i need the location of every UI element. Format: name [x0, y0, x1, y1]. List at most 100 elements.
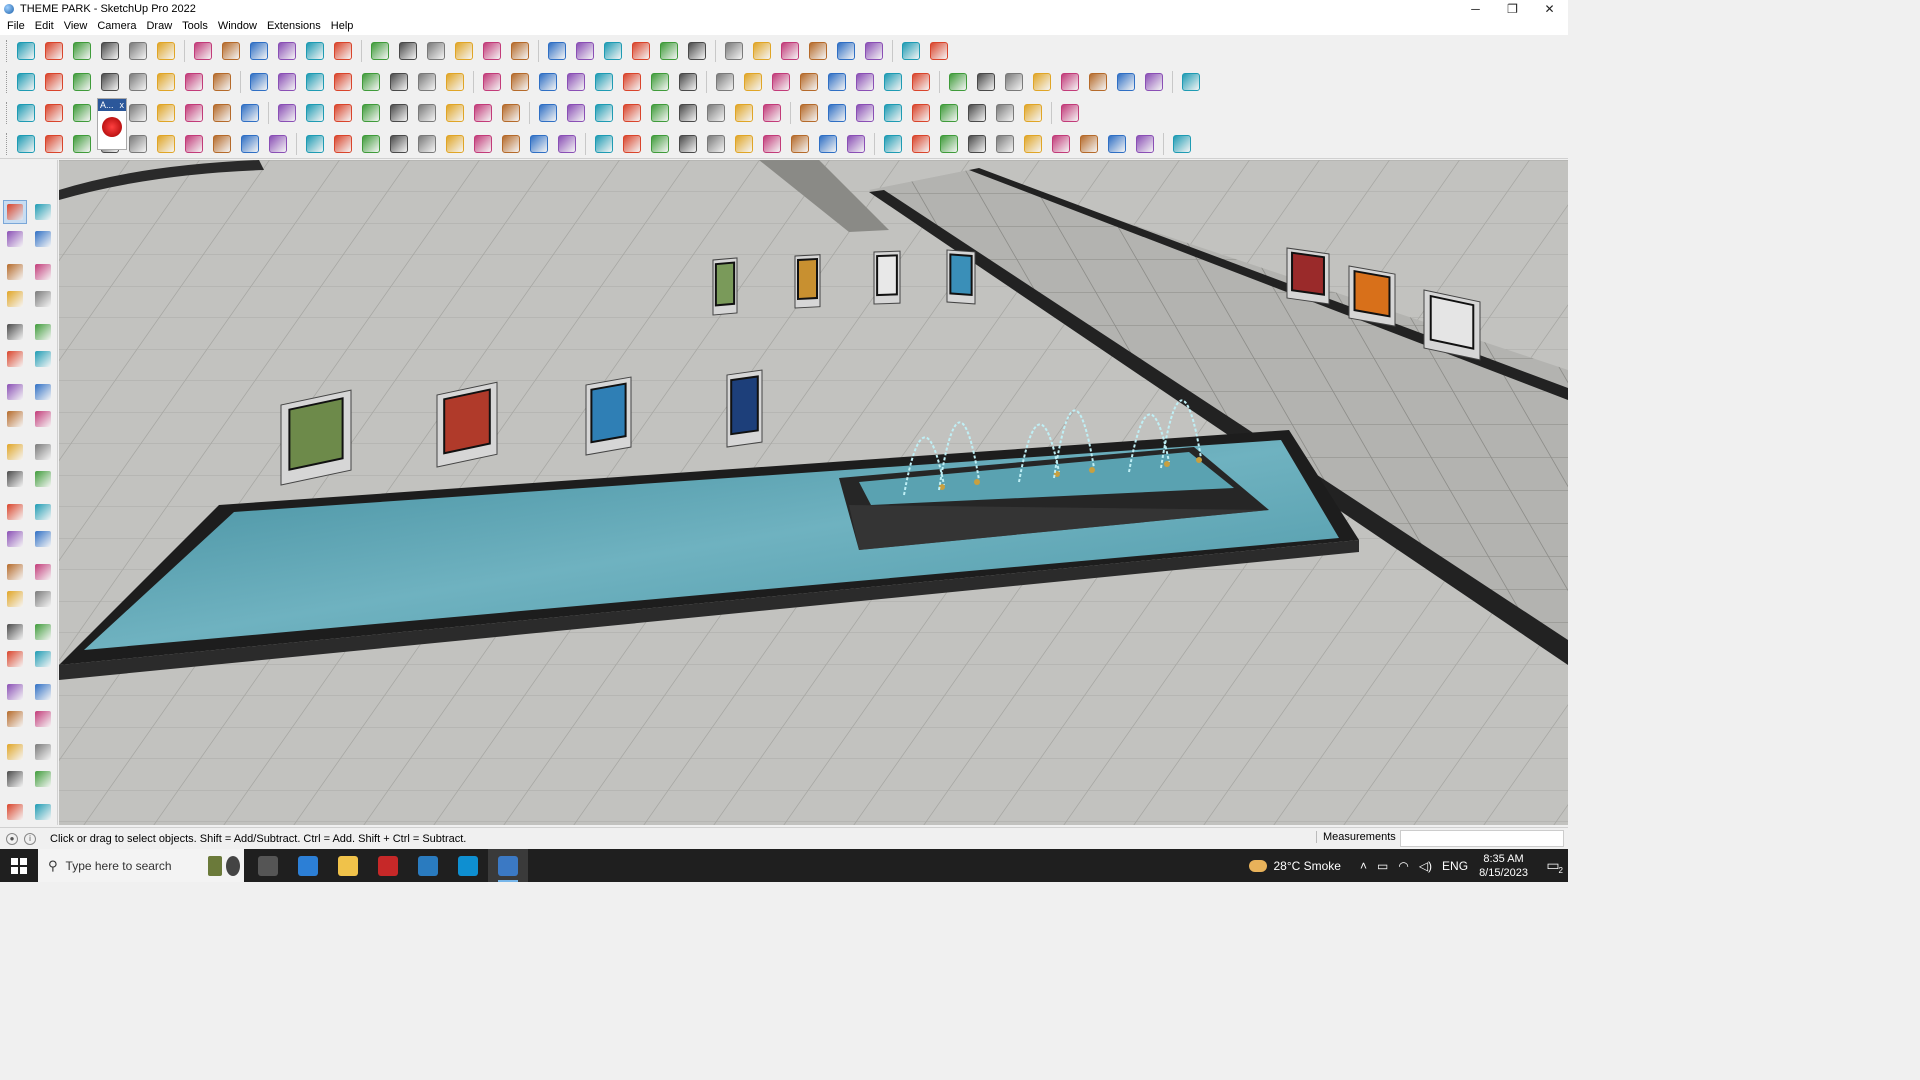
hatch-tool-button[interactable]: [907, 130, 934, 157]
ellipse-tool-button[interactable]: [739, 68, 766, 95]
bucket-tool-button[interactable]: [758, 130, 785, 157]
menu-window[interactable]: Window: [213, 18, 262, 35]
paint-tool-button[interactable]: [68, 130, 95, 157]
dots-tool-button[interactable]: [1019, 99, 1046, 126]
paint-tool-button[interactable]: [40, 99, 67, 126]
layout-tool-button[interactable]: [1056, 99, 1083, 126]
arc-tool-button[interactable]: [795, 68, 822, 95]
axes-tool-button[interactable]: [683, 37, 710, 64]
close-x-tool-button[interactable]: [991, 99, 1018, 126]
ruler-tool-button[interactable]: [944, 68, 971, 95]
parallelogram-tool-button[interactable]: [767, 68, 794, 95]
line-tool-button[interactable]: [301, 130, 328, 157]
menu-help[interactable]: Help: [326, 18, 359, 35]
house-tool-button[interactable]: [534, 68, 561, 95]
taskbar-search[interactable]: ⚲ Type here to search: [38, 849, 244, 882]
bezier-tool-button[interactable]: [12, 130, 39, 157]
chevron-up-icon[interactable]: ˄: [1360, 859, 1367, 873]
paint-bucket-tool-button[interactable]: [394, 37, 421, 64]
layers-tool-button[interactable]: [571, 37, 598, 64]
hatch-tool-button[interactable]: [1047, 130, 1074, 157]
orbit2-tool-button[interactable]: [3, 620, 27, 644]
hatch-tool-button[interactable]: [963, 130, 990, 157]
floating-toolbar-panel[interactable]: A... x: [97, 98, 127, 150]
ruby-icon[interactable]: [102, 117, 122, 137]
iso-view-tool-button[interactable]: [40, 68, 67, 95]
follow-me-tool-button[interactable]: [31, 467, 55, 491]
close-button[interactable]: ✕: [1531, 0, 1568, 18]
curl-tool-button[interactable]: [152, 99, 179, 126]
circle-tool-button[interactable]: [3, 347, 27, 371]
hatch-tool-button[interactable]: [1075, 130, 1102, 157]
toolbar-grip[interactable]: [6, 132, 9, 155]
wifi-icon[interactable]: ◠: [1398, 859, 1408, 873]
box-tool-button[interactable]: [12, 68, 39, 95]
signboard[interactable]: [585, 376, 632, 456]
menu-edit[interactable]: Edit: [30, 18, 59, 35]
tape-tool-button[interactable]: [31, 260, 55, 284]
bar-tool-button[interactable]: [702, 130, 729, 157]
section-display-tool-button[interactable]: [3, 767, 27, 791]
hatch-tool-button[interactable]: [842, 130, 869, 157]
layer-tool-button[interactable]: [124, 99, 151, 126]
toolbar-grip[interactable]: [6, 39, 9, 62]
frame-tool-button[interactable]: [851, 99, 878, 126]
knot-tool-button[interactable]: [590, 99, 617, 126]
shaded-tool-button[interactable]: [329, 68, 356, 95]
pencil-tool-button[interactable]: [3, 287, 27, 311]
arrow-tool-button[interactable]: [590, 130, 617, 157]
square-tool-button[interactable]: [180, 99, 207, 126]
protractor-tool-button[interactable]: [3, 560, 27, 584]
task-view-taskbar-button[interactable]: [248, 849, 288, 882]
bezier-tool-button[interactable]: [851, 68, 878, 95]
tree-tool-button[interactable]: [497, 99, 524, 126]
signboard[interactable]: [946, 249, 976, 305]
section-plane-tool-button[interactable]: [31, 740, 55, 764]
solid-tool-button[interactable]: [776, 37, 803, 64]
hatch-tool-button[interactable]: [786, 130, 813, 157]
scene-canvas[interactable]: [59, 160, 1568, 825]
text-tool-button[interactable]: [31, 560, 55, 584]
twist-tool-button[interactable]: [618, 99, 645, 126]
pie-tool-button[interactable]: [3, 407, 27, 431]
acrobat-taskbar-button[interactable]: [368, 849, 408, 882]
undo-tool-button[interactable]: [860, 37, 887, 64]
hidden-line-tool-button[interactable]: [301, 68, 328, 95]
bottom-view-tool-button[interactable]: [208, 68, 235, 95]
drape-tool-button[interactable]: [1056, 68, 1083, 95]
toolbar-grip[interactable]: [6, 70, 9, 93]
volume-icon[interactable]: ◁): [1419, 859, 1432, 873]
text-tool-button[interactable]: [366, 37, 393, 64]
shell-tool-button[interactable]: [236, 130, 263, 157]
curve-tool-button[interactable]: [385, 130, 412, 157]
curve-tool-button[interactable]: [907, 68, 934, 95]
xray-tool-button[interactable]: [245, 68, 272, 95]
door-tool-button[interactable]: [236, 99, 263, 126]
zoom-tool-button[interactable]: [478, 37, 505, 64]
section-cut-tool-button[interactable]: [31, 767, 55, 791]
menu-tools[interactable]: Tools: [177, 18, 213, 35]
measurements-input[interactable]: [1400, 830, 1564, 847]
magnet-tool-button[interactable]: [702, 99, 729, 126]
pencil-tool-button[interactable]: [96, 37, 123, 64]
cone-tool-button[interactable]: [469, 99, 496, 126]
bar-tool-button[interactable]: [674, 130, 701, 157]
curtain-tool-button[interactable]: [152, 130, 179, 157]
cross-tool-button[interactable]: [441, 99, 468, 126]
signboard[interactable]: [726, 369, 763, 448]
detail-tool-button[interactable]: [1177, 68, 1204, 95]
scale-tool-button[interactable]: [3, 500, 27, 524]
hatch-tool-button[interactable]: [1131, 130, 1158, 157]
stamp-tool-button[interactable]: [1084, 68, 1111, 95]
warning-tool-button[interactable]: [534, 99, 561, 126]
geo-location-icon[interactable]: ●: [6, 832, 18, 845]
grid-tool-button[interactable]: [1028, 68, 1055, 95]
front-view-tool-button[interactable]: [96, 68, 123, 95]
select-tool-button[interactable]: [3, 200, 27, 224]
styles-tool-button[interactable]: [31, 800, 55, 824]
component-tool-button[interactable]: [3, 260, 27, 284]
cube-tool-button[interactable]: [758, 99, 785, 126]
textured-tool-button[interactable]: [357, 68, 384, 95]
eraser-tool-button[interactable]: [68, 37, 95, 64]
freehand-tool-button[interactable]: [31, 287, 55, 311]
